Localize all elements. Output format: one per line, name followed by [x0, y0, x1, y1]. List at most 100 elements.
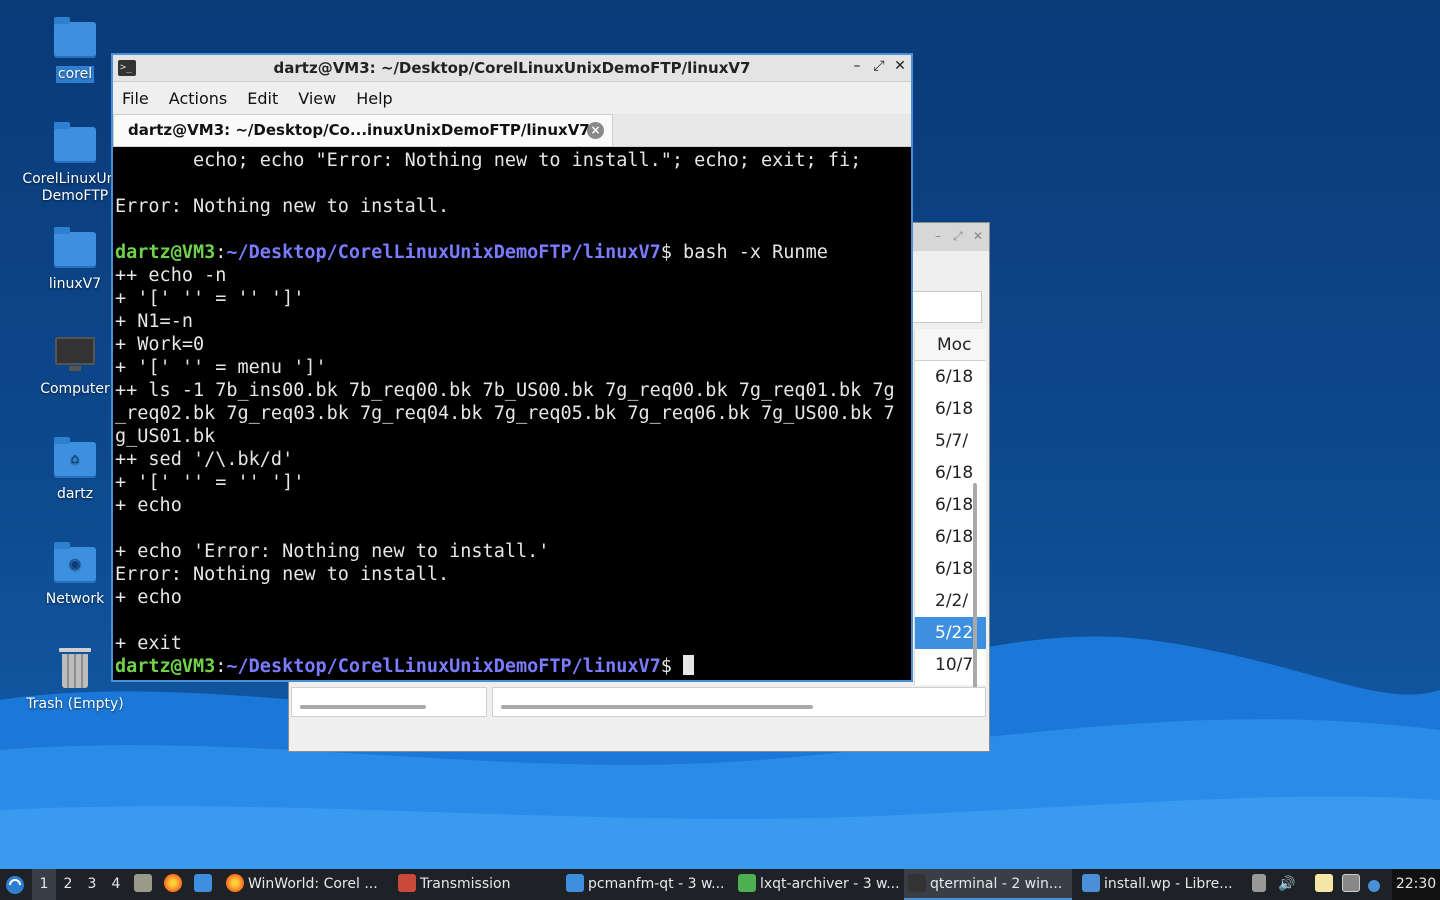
tray-eject-icon[interactable]: [1252, 869, 1268, 900]
desktop-switch-2[interactable]: 2: [56, 869, 80, 900]
menu-help[interactable]: Help: [356, 89, 402, 108]
computer-icon: [53, 331, 97, 375]
network-folder-icon: ◉: [53, 541, 97, 585]
taskbar: 1234 WinWorld: Corel ... Transmission pcma…: [0, 869, 1440, 900]
prompt-user: dartz@VM3: [115, 242, 216, 263]
terminal-line: ++ sed '/\.bk/d': [115, 449, 294, 470]
terminal-line: + echo: [115, 495, 182, 516]
terminal-line: Error: Nothing new to install.: [115, 564, 450, 585]
minimize-icon[interactable]: –: [935, 229, 941, 243]
file-row-date[interactable]: 6/18: [915, 361, 986, 393]
file-manager-launcher-icon[interactable]: [194, 869, 216, 900]
terminal-window[interactable]: >_ dartz@VM3: ~/Desktop/CorelLinuxUnixDe…: [111, 53, 913, 682]
taskbar-task-folder[interactable]: pcmanfm-qt - 3 w...: [562, 869, 730, 900]
close-tab-icon[interactable]: ×: [587, 122, 604, 139]
terminal-prompt-line: dartz@VM3:~/Desktop/CorelLinuxUnixDemoFT…: [115, 655, 911, 678]
terminal-line: echo; echo "Error: Nothing new to instal…: [115, 150, 862, 171]
side-pane-hscrollbar[interactable]: [300, 705, 426, 709]
terminal-line: g_US01.bk: [115, 426, 216, 447]
desktop-switch-3[interactable]: 3: [80, 869, 104, 900]
taskbar-task-label: qterminal - 2 win...: [930, 876, 1063, 892]
window-title: dartz@VM3: ~/Desktop/CorelLinuxUnixDemoF…: [273, 59, 751, 77]
desktop-switch-4[interactable]: 4: [104, 869, 128, 900]
desktop-icon-label: corel: [55, 66, 95, 83]
close-icon[interactable]: ✕: [973, 229, 983, 243]
taskbar-task-label: install.wp - Libre...: [1104, 876, 1233, 892]
firefox-icon: [226, 874, 244, 892]
terminal-line: + echo 'Error: Nothing new to install.': [115, 541, 550, 562]
folder-icon: [53, 121, 97, 165]
archiver-icon: [738, 874, 756, 892]
trash-icon: [53, 646, 97, 690]
file-manager-bottom: [289, 687, 989, 717]
desktop-icon-label: Network: [45, 591, 105, 607]
taskbar-task-firefox[interactable]: WinWorld: Corel ...: [222, 869, 390, 900]
file-pane-hscrollbar[interactable]: [501, 705, 813, 709]
file-manager-path-field[interactable]: [909, 291, 982, 323]
taskbar-task-label: lxqt-archiver - 3 w...: [760, 876, 900, 892]
terminal-line: + '[' '' = menu ']': [115, 357, 327, 378]
taskbar-task-transmission[interactable]: Transmission: [394, 869, 558, 900]
menu-file[interactable]: File: [122, 89, 159, 108]
volume-icon[interactable]: 🔊: [1278, 869, 1300, 900]
column-header-modified[interactable]: Moc: [915, 329, 986, 361]
terminal-line: + '[' '' = '' ']': [115, 288, 305, 309]
prompt-command: $ bash -x Runme: [660, 242, 828, 263]
terminal-line: + '[' '' = '' ']': [115, 472, 305, 493]
terminal-line: + N1=-n: [115, 311, 193, 332]
prompt-command: $: [660, 656, 684, 677]
folder-icon: [53, 16, 97, 60]
file-pane-footer: [492, 687, 986, 717]
terminal-line: + echo: [115, 587, 182, 608]
desktop-switch-1[interactable]: 1: [32, 869, 56, 900]
taskbar-task-terminal[interactable]: qterminal - 2 win...: [904, 869, 1072, 900]
start-menu-icon[interactable]: [4, 869, 28, 900]
desktop-icon-label: dartz: [56, 486, 94, 502]
clock[interactable]: 22:30: [1392, 869, 1440, 900]
terminal-line: ++ ls -1 7b_ins00.bk 7b_req00.bk 7b_US00…: [115, 380, 895, 401]
tab-label: dartz@VM3: ~/Desktop/Co...inuxUnixDemoFT…: [128, 121, 590, 139]
transmission-icon: [398, 874, 416, 892]
terminal-tab[interactable]: dartz@VM3: ~/Desktop/Co...inuxUnixDemoFT…: [113, 114, 613, 146]
folder-icon: [566, 874, 584, 892]
file-list-scrollbar[interactable]: [973, 483, 977, 689]
close-icon[interactable]: ✕: [891, 58, 909, 74]
menu-view[interactable]: View: [298, 89, 346, 108]
terminal-prompt-line: dartz@VM3:~/Desktop/CorelLinuxUnixDemoFT…: [115, 242, 828, 263]
maximize-icon[interactable]: ⤢: [953, 229, 963, 244]
terminal-line: ++ echo -n: [115, 265, 227, 286]
terminal-titlebar[interactable]: >_ dartz@VM3: ~/Desktop/CorelLinuxUnixDe…: [113, 55, 911, 82]
document-icon: [1082, 874, 1100, 892]
taskbar-task-archiver[interactable]: lxqt-archiver - 3 w...: [734, 869, 900, 900]
taskbar-task-document[interactable]: install.wp - Libre...: [1078, 869, 1242, 900]
terminal-line: Error: Nothing new to install.: [115, 196, 450, 217]
desktop-icon-label: Computer: [40, 381, 110, 397]
prompt-user: dartz@VM3: [115, 656, 216, 677]
menu-actions[interactable]: Actions: [169, 89, 237, 108]
menu-bar: File Actions Edit View Help: [113, 82, 911, 114]
maximize-icon[interactable]: ⤢: [870, 58, 888, 74]
tab-bar: dartz@VM3: ~/Desktop/Co...inuxUnixDemoFT…: [113, 114, 911, 147]
file-row-date[interactable]: 5/7/: [915, 425, 986, 457]
menu-edit[interactable]: Edit: [247, 89, 288, 108]
prompt-path: ~/Desktop/CorelLinuxUnixDemoFTP/linuxV7: [226, 242, 661, 263]
terminal-output[interactable]: echo; echo "Error: Nothing new to instal…: [113, 149, 911, 680]
side-pane-footer: [291, 687, 487, 717]
network-status-icon[interactable]: [1342, 869, 1362, 900]
update-notifier-icon[interactable]: [1368, 869, 1384, 900]
taskbar-task-label: pcmanfm-qt - 3 w...: [588, 876, 725, 892]
tray-notes-icon[interactable]: [1315, 869, 1335, 900]
file-row-date[interactable]: 6/18: [915, 393, 986, 425]
folder-icon: [53, 226, 97, 270]
home-folder-icon: ⌂: [53, 436, 97, 480]
taskbar-task-label: Transmission: [420, 876, 511, 892]
firefox-launcher-icon[interactable]: [164, 869, 186, 900]
show-desktop-icon[interactable]: [134, 869, 154, 900]
prompt-path: ~/Desktop/CorelLinuxUnixDemoFTP/linuxV7: [226, 656, 661, 677]
minimize-icon[interactable]: –: [848, 58, 866, 74]
taskbar-task-label: WinWorld: Corel ...: [248, 876, 378, 892]
terminal-line: + Work=0: [115, 334, 205, 355]
